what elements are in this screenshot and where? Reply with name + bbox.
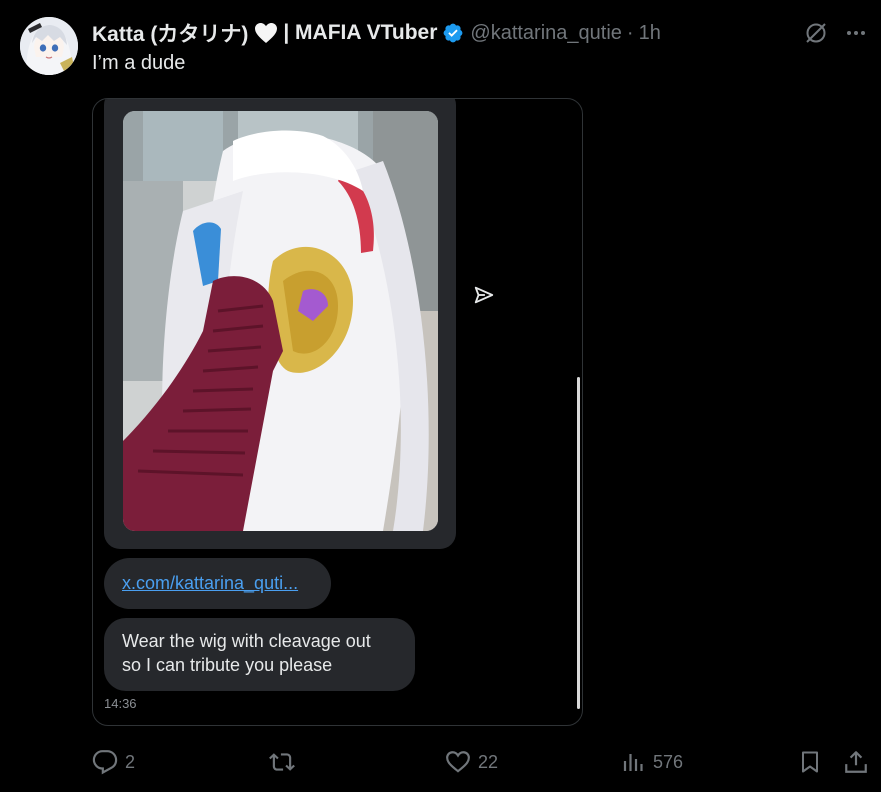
like-button[interactable]: 22: [445, 749, 498, 775]
tweet: Katta (カタリナ) | MAFIA VTuber @kattarina_q…: [0, 0, 881, 792]
separator-dot: ·: [626, 21, 634, 44]
reply-button[interactable]: 2: [92, 749, 135, 775]
more-icon: [847, 31, 865, 35]
bookmark-icon: [802, 751, 818, 773]
scrollbar[interactable]: [577, 377, 580, 709]
white-heart-emoji-icon: [254, 22, 278, 44]
send-icon[interactable]: [473, 284, 495, 306]
reply-icon: [92, 750, 118, 775]
dm-link-bubble[interactable]: x.com/kattarina_quti...: [104, 558, 331, 609]
tweet-header: Katta (カタリナ) | MAFIA VTuber @kattarina_q…: [92, 18, 661, 48]
attached-screenshot[interactable]: x.com/kattarina_quti... Wear the wig wit…: [92, 98, 583, 726]
verified-badge-icon[interactable]: [442, 22, 464, 44]
dm-message-line-2: so I can tribute you please: [122, 655, 333, 675]
reply-count: 2: [125, 751, 136, 772]
handle[interactable]: @kattarina_qutie: [470, 22, 622, 45]
grok-button[interactable]: [802, 19, 830, 47]
views-button[interactable]: 576: [622, 749, 683, 775]
display-name[interactable]: Katta (カタリナ): [92, 18, 248, 48]
tweet-actions: 2 22 576: [0, 741, 881, 781]
repost-button[interactable]: [268, 749, 303, 775]
dm-link[interactable]: x.com/kattarina_quti...: [122, 573, 298, 594]
repost-icon: [269, 753, 295, 771]
wig-photo[interactable]: [123, 111, 438, 531]
view-count: 576: [653, 751, 684, 772]
grok-icon: [806, 23, 826, 43]
dm-message-time: 14:36: [104, 696, 137, 711]
display-name-suffix[interactable]: | MAFIA VTuber: [283, 21, 437, 45]
tweet-text: I’m a dude: [92, 52, 186, 74]
timestamp[interactable]: 1h: [639, 22, 661, 45]
share-icon: [845, 751, 867, 773]
avatar[interactable]: [20, 17, 78, 75]
dm-image-bubble: [104, 99, 456, 549]
bookmark-button[interactable]: [798, 749, 822, 775]
views-icon: [623, 754, 643, 771]
like-count: 22: [478, 751, 499, 772]
dm-message-bubble: Wear the wig with cleavage out so I can …: [104, 618, 415, 691]
share-button[interactable]: [843, 749, 869, 775]
heart-icon: [446, 751, 470, 773]
more-options-button[interactable]: [842, 19, 870, 47]
dm-message-line-1: Wear the wig with cleavage out: [122, 631, 371, 651]
